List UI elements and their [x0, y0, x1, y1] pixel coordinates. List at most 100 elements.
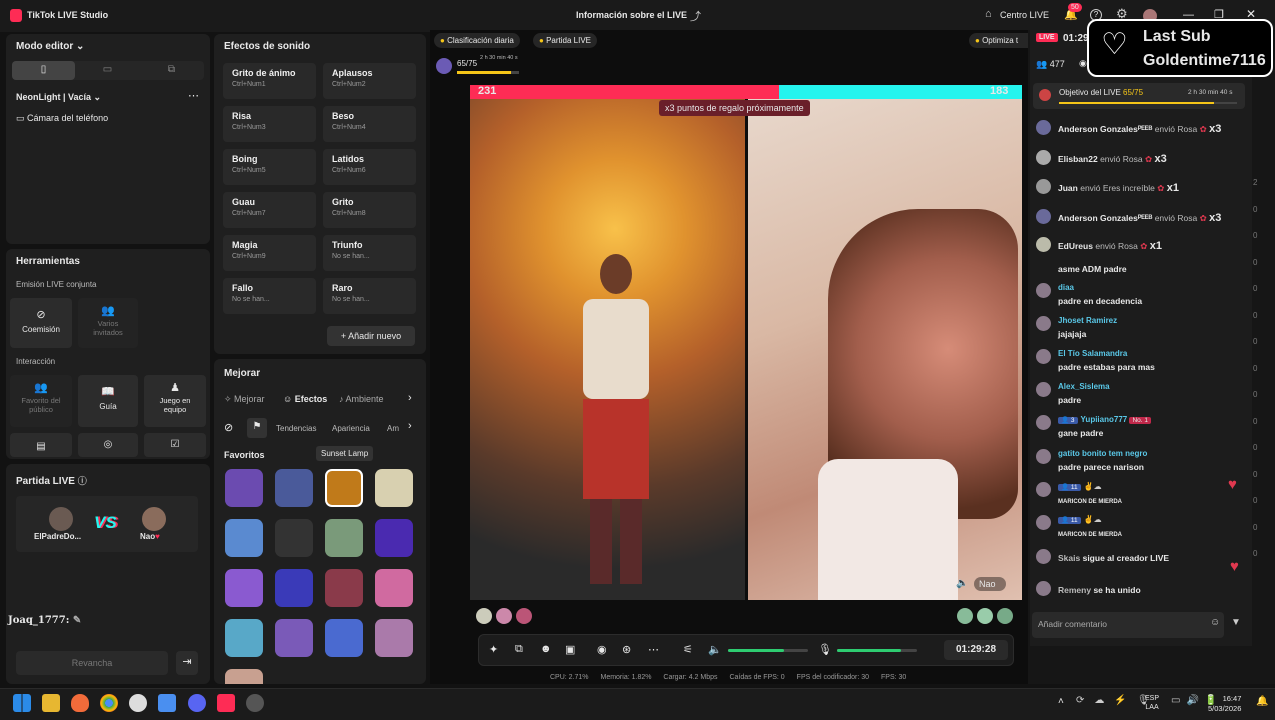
- user-avatar[interactable]: [1036, 120, 1051, 135]
- user-avatar[interactable]: [1036, 209, 1051, 224]
- user-avatar[interactable]: [1036, 283, 1051, 298]
- volume-slider[interactable]: [728, 649, 808, 652]
- varios-invitados-button[interactable]: 👥 Varios invitados: [78, 298, 138, 348]
- subtab-apariencia[interactable]: Apariencia: [332, 424, 370, 433]
- notifications-icon[interactable]: 🔔: [1256, 696, 1268, 707]
- clock[interactable]: 16:47 5/03/2026: [1208, 694, 1241, 714]
- player2-avatar[interactable]: [142, 507, 166, 531]
- effect-thumbnail[interactable]: [375, 569, 413, 607]
- gift-user[interactable]: Juan: [1058, 183, 1078, 193]
- record-icon[interactable]: ◉: [597, 643, 607, 656]
- language-indicator[interactable]: ESP LAA: [1145, 694, 1159, 712]
- magic-wand-icon[interactable]: ✦: [489, 643, 498, 656]
- discord-icon[interactable]: [188, 694, 206, 712]
- user-avatar[interactable]: [1036, 581, 1051, 596]
- sound-effect-button[interactable]: Raro No se han...: [323, 278, 416, 314]
- mic-slider[interactable]: [837, 649, 917, 652]
- guia-button[interactable]: 📖 Guía: [78, 375, 138, 427]
- chat-username[interactable]: Jhoset Ramirez: [1058, 316, 1117, 325]
- subtab-ambiente[interactable]: Am: [387, 424, 399, 433]
- user-avatar[interactable]: [1036, 349, 1051, 364]
- brave-browser-icon[interactable]: [71, 694, 89, 712]
- multi-layout-button[interactable]: ⧉: [140, 61, 203, 80]
- media-player-icon[interactable]: [246, 694, 264, 712]
- tabs-next-icon[interactable]: ›: [408, 392, 412, 404]
- bookmark-icon[interactable]: ⚑: [247, 418, 267, 438]
- player1-avatar[interactable]: [49, 507, 73, 531]
- tool-button-4[interactable]: ▤: [10, 433, 72, 457]
- sound-effect-button[interactable]: Latidos Ctrl+Num6: [323, 149, 416, 185]
- effect-thumbnail[interactable]: [275, 469, 313, 507]
- landscape-layout-button[interactable]: ▭: [76, 61, 139, 80]
- tray-chevron-icon[interactable]: ˄: [1058, 696, 1064, 707]
- speaker-icon[interactable]: 🔈: [708, 643, 722, 656]
- camera-flip-icon[interactable]: ⊛: [622, 643, 631, 656]
- help-circle-icon[interactable]: ⓘ: [78, 476, 87, 486]
- effect-thumbnail[interactable]: [325, 469, 363, 507]
- sound-effect-button[interactable]: Guau Ctrl+Num7: [223, 192, 316, 228]
- chat-username[interactable]: Yupiiano777: [1081, 415, 1128, 424]
- user-avatar[interactable]: [1036, 449, 1051, 464]
- chrome-icon[interactable]: [100, 694, 118, 712]
- daily-ranking-pill[interactable]: ● Clasificación diaria: [434, 33, 520, 48]
- user-avatar[interactable]: [1036, 150, 1051, 165]
- effect-thumbnail[interactable]: [275, 619, 313, 657]
- chat-username[interactable]: El Tío Salamandra: [1058, 349, 1127, 358]
- portrait-layout-button[interactable]: ▯: [12, 61, 75, 80]
- more-icon[interactable]: ⋯: [648, 643, 659, 656]
- chat-username[interactable]: Remeny: [1058, 585, 1091, 595]
- chat-username[interactable]: Alex_Sislema: [1058, 382, 1110, 391]
- modo-editor-dropdown[interactable]: Modo editor ⌄: [16, 41, 84, 52]
- sound-effect-button[interactable]: Triunfo No se han...: [323, 235, 416, 271]
- github-icon[interactable]: [129, 694, 147, 712]
- file-explorer-icon[interactable]: [42, 694, 60, 712]
- tool-button-5[interactable]: ◎: [78, 433, 138, 457]
- tool-button-6[interactable]: ☑: [144, 433, 206, 457]
- comment-input[interactable]: Añadir comentario: [1032, 612, 1224, 638]
- effect-thumbnail[interactable]: [225, 619, 263, 657]
- gift-user[interactable]: EdUreus: [1058, 241, 1093, 251]
- sound-effect-button[interactable]: Fallo No se han...: [223, 278, 316, 314]
- favorito-publico-button[interactable]: 👥 Favorito del público: [10, 375, 72, 427]
- share-icon[interactable]: ⤴: [690, 8, 701, 24]
- partida-live-pill[interactable]: ● Partida LIVE: [533, 33, 597, 48]
- subtab-tendencias[interactable]: Tendencias: [276, 424, 316, 433]
- screen-share-icon[interactable]: ⧉: [515, 643, 523, 656]
- effect-thumbnail[interactable]: [325, 569, 363, 607]
- effect-thumbnail[interactable]: [275, 519, 313, 557]
- sound-effect-button[interactable]: Magia Ctrl+Num9: [223, 235, 316, 271]
- user-avatar[interactable]: [1036, 316, 1051, 331]
- effect-thumbnail[interactable]: [225, 469, 263, 507]
- sound-effect-button[interactable]: Grito Ctrl+Num8: [323, 192, 416, 228]
- camera-source-item[interactable]: ▭ Cámara del teléfono: [16, 113, 108, 124]
- sound-effect-button[interactable]: Boing Ctrl+Num5: [223, 149, 316, 185]
- effects-icon[interactable]: ☻: [540, 643, 552, 655]
- optimize-pill[interactable]: ● Optimiza t: [969, 33, 1028, 48]
- filter-icon[interactable]: ▼: [1231, 617, 1241, 628]
- home-icon[interactable]: ⌂: [985, 8, 992, 20]
- no-effect-icon[interactable]: ⊘: [224, 421, 233, 434]
- emoji-icon[interactable]: ☺: [1210, 617, 1220, 628]
- effect-thumbnail[interactable]: [325, 519, 363, 557]
- microphone-icon[interactable]: 🎙: [818, 643, 832, 656]
- effect-thumbnail[interactable]: [375, 619, 413, 657]
- chat-username[interactable]: gatito bonito tem negro: [1058, 449, 1147, 458]
- tab-mejorar[interactable]: ✧ Mejorar: [224, 394, 265, 405]
- windows-start-icon[interactable]: [13, 694, 31, 712]
- sound-effect-button[interactable]: Risa Ctrl+Num3: [223, 106, 316, 142]
- effect-thumbnail[interactable]: [225, 519, 263, 557]
- mixer-icon[interactable]: ⚟: [683, 643, 693, 656]
- user-avatar[interactable]: [1036, 179, 1051, 194]
- exit-match-icon[interactable]: ⇥: [176, 651, 198, 675]
- sound-effect-button[interactable]: Grito de ánimo Ctrl+Num1: [223, 63, 316, 99]
- revancha-button[interactable]: Revancha: [16, 651, 168, 675]
- user-avatar[interactable]: [1036, 549, 1051, 564]
- view-icon[interactable]: ◉: [1079, 58, 1087, 69]
- user-avatar[interactable]: [1036, 482, 1051, 497]
- gift-user[interactable]: Anderson Gonzalesᴾᴱᴱᴮ: [1058, 213, 1152, 223]
- effect-thumbnail[interactable]: [225, 569, 263, 607]
- tab-ambiente[interactable]: ♪ Ambiente: [339, 394, 384, 404]
- user-avatar[interactable]: [1036, 415, 1051, 430]
- more-options-icon[interactable]: ⋯: [188, 89, 199, 102]
- gift-user[interactable]: Anderson Gonzalesᴾᴱᴱᴮ: [1058, 124, 1152, 134]
